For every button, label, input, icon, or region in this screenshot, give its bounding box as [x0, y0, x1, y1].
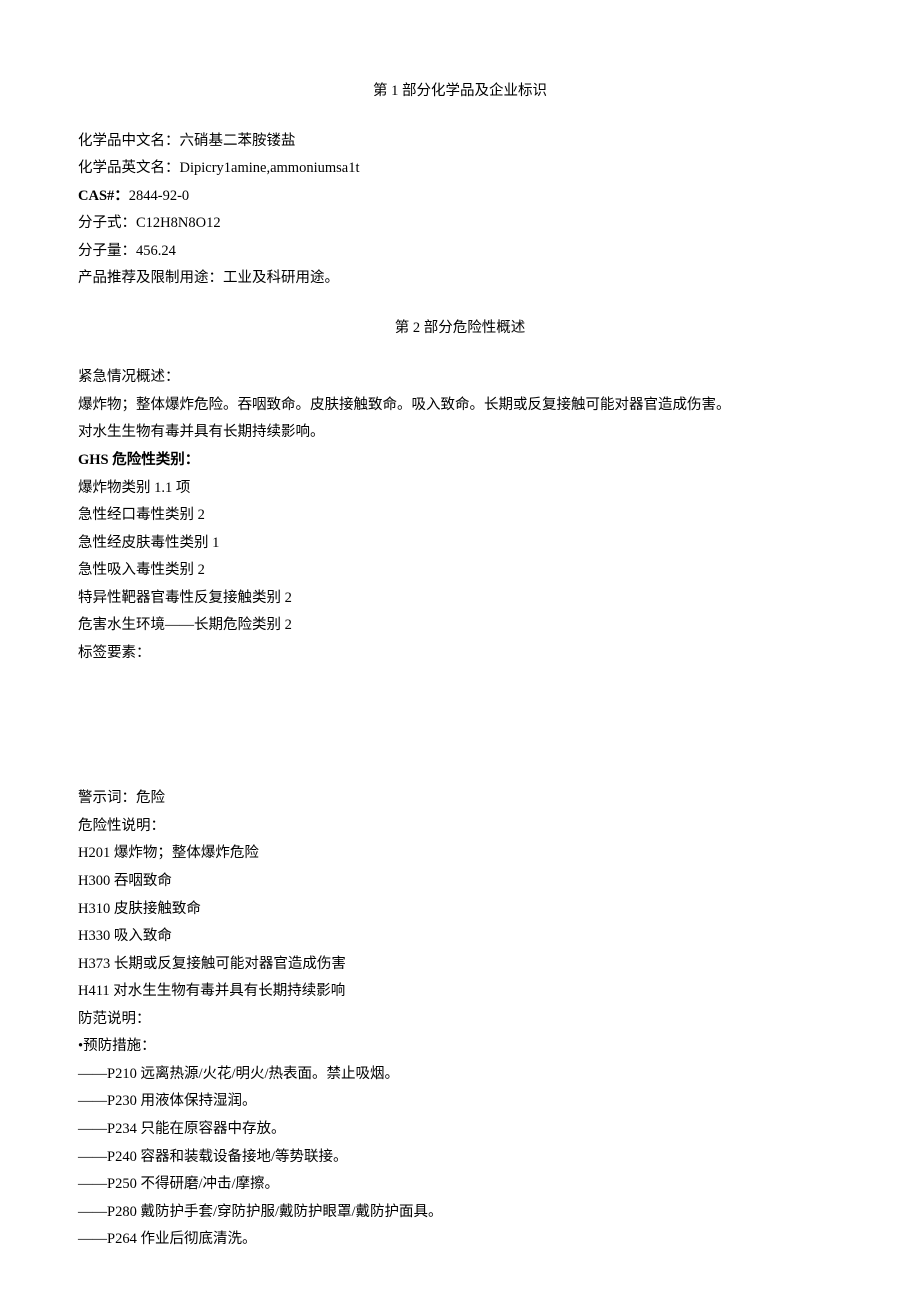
formula-value: C12H8N8O12: [136, 215, 221, 231]
name-cn-value: 六硝基二苯胺镂盐: [180, 133, 296, 149]
prevention-label: •预防措施：: [78, 1033, 842, 1061]
cas-value: 2844-92-0: [129, 188, 189, 204]
section-1-body: 化学品中文名：六硝基二苯胺镂盐 化学品英文名：Dipicry1amine,amm…: [78, 128, 842, 293]
formula-row: 分子式：C12H8N8O12: [78, 210, 842, 238]
hazard-label: 危险性说明：: [78, 813, 842, 841]
pictogram-placeholder: [78, 667, 842, 785]
name-en-label: 化学品英文名：: [78, 160, 180, 176]
signal-word-label: 警示词：: [78, 790, 136, 806]
section-1-title: 第 1 部分化学品及企业标识: [78, 78, 842, 106]
ghs-item: 危害水生环境——长期危险类别 2: [78, 612, 842, 640]
label-elements: 标签要素：: [78, 640, 842, 668]
cas-label: CAS#：: [78, 188, 129, 204]
formula-label: 分子式：: [78, 215, 136, 231]
ghs-item: 急性吸入毒性类别 2: [78, 557, 842, 585]
hazard-item: H201 爆炸物；整体爆炸危险: [78, 840, 842, 868]
emergency-line-2: 对水生生物有毒并具有长期持续影响。: [78, 419, 842, 447]
prevention-item: ——P240 容器和装载设备接地/等势联接。: [78, 1144, 842, 1172]
name-en-row: 化学品英文名：Dipicry1amine,ammoniumsa1t: [78, 155, 842, 183]
use-value: 工业及科研用途。: [223, 270, 339, 286]
mw-row: 分子量：456.24: [78, 238, 842, 266]
hazard-item: H300 吞咽致命: [78, 868, 842, 896]
use-label: 产品推荐及限制用途：: [78, 270, 223, 286]
prevention-item: ——P234 只能在原容器中存放。: [78, 1116, 842, 1144]
prevention-item: ——P230 用液体保持湿润。: [78, 1088, 842, 1116]
name-cn-label: 化学品中文名：: [78, 133, 180, 149]
section-2-title: 第 2 部分危险性概述: [78, 315, 842, 343]
section-2-body: 紧急情况概述： 爆炸物；整体爆炸危险。吞咽致命。皮肤接触致命。吸入致命。长期或反…: [78, 364, 842, 1253]
hazard-item: H411 对水生生物有毒并具有长期持续影响: [78, 978, 842, 1006]
hazard-item: H330 吸入致命: [78, 923, 842, 951]
ghs-item: 急性经皮肤毒性类别 1: [78, 530, 842, 558]
use-row: 产品推荐及限制用途：工业及科研用途。: [78, 265, 842, 293]
emergency-label: 紧急情况概述：: [78, 364, 842, 392]
ghs-item: 爆炸物类别 1.1 项: [78, 475, 842, 503]
ghs-item: 急性经口毒性类别 2: [78, 502, 842, 530]
mw-label: 分子量：: [78, 243, 136, 259]
name-cn-row: 化学品中文名：六硝基二苯胺镂盐: [78, 128, 842, 156]
prevention-item: ——P250 不得研磨/冲击/摩擦。: [78, 1171, 842, 1199]
prevention-item: ——P264 作业后彻底清洗。: [78, 1226, 842, 1254]
name-en-value: Dipicry1amine,ammoniumsa1t: [180, 160, 360, 176]
precaution-label: 防范说明：: [78, 1006, 842, 1034]
prevention-item: ——P280 戴防护手套/穿防护服/戴防护眼罩/戴防护面具。: [78, 1199, 842, 1227]
hazard-item: H373 长期或反复接触可能对器官造成伤害: [78, 951, 842, 979]
mw-value: 456.24: [136, 243, 176, 259]
emergency-line-1: 爆炸物；整体爆炸危险。吞咽致命。皮肤接触致命。吸入致命。长期或反复接触可能对器官…: [78, 392, 842, 420]
cas-row: CAS#：2844-92-0: [78, 183, 842, 211]
ghs-label: GHS 危险性类别：: [78, 447, 842, 475]
signal-word-value: 危险: [136, 790, 165, 806]
prevention-item: ——P210 远离热源/火花/明火/热表面。禁止吸烟。: [78, 1061, 842, 1089]
signal-word-row: 警示词：危险: [78, 785, 842, 813]
ghs-item: 特异性靶器官毒性反复接触类别 2: [78, 585, 842, 613]
hazard-item: H310 皮肤接触致命: [78, 896, 842, 924]
